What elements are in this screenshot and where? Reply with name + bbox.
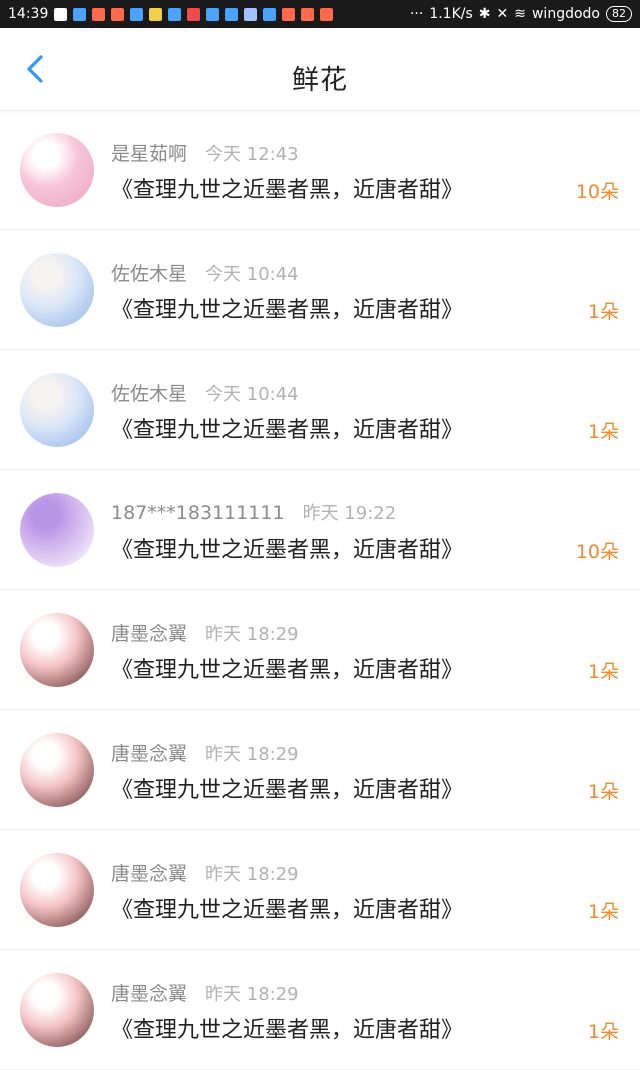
notification-icon xyxy=(149,7,163,21)
sender-name-text: 187***183111111 xyxy=(111,502,285,524)
flower-count: 1朵 xyxy=(587,661,619,683)
page-header: 鲜花 xyxy=(0,28,640,111)
notification-icon xyxy=(54,7,68,21)
notification-icon xyxy=(111,7,125,21)
flower-count: 10朵 xyxy=(575,541,619,563)
notification-icon xyxy=(263,7,277,21)
sender-name-text: 唐墨念翼 xyxy=(111,743,188,765)
sender-name: 是星茹啊 今天 12:43 xyxy=(111,139,299,166)
avatar[interactable] xyxy=(20,733,94,807)
book-title: 《查理九世之近墨者黑，近唐者甜》 xyxy=(111,538,464,563)
flower-count: 10朵 xyxy=(575,181,619,203)
list-item[interactable]: 唐墨念翼 昨天 18:29 《查理九世之近墨者黑，近唐者甜》 1朵 xyxy=(0,710,640,830)
sent-time: 昨天 19:22 xyxy=(302,503,397,524)
battery-indicator: 82 xyxy=(606,6,632,22)
sent-time: 今天 10:44 xyxy=(205,384,299,405)
book-title: 《查理九世之近墨者黑，近唐者甜》 xyxy=(111,778,464,803)
avatar[interactable] xyxy=(20,853,94,927)
notification-icon xyxy=(244,7,258,21)
bluetooth-icon: ✱ xyxy=(478,6,491,22)
sender-name: 187***183111111 昨天 19:22 xyxy=(111,499,396,525)
list-item[interactable]: 佐佐木星 今天 10:44 《查理九世之近墨者黑，近唐者甜》 1朵 xyxy=(0,350,640,470)
notification-icon xyxy=(187,7,201,21)
notification-icon xyxy=(168,7,182,21)
status-time: 14:39 xyxy=(8,6,49,22)
flower-count: 1朵 xyxy=(587,1021,619,1043)
list-item[interactable]: 187***183111111 昨天 19:22 《查理九世之近墨者黑，近唐者甜》 1… xyxy=(0,470,640,590)
page-title: 鲜花 xyxy=(292,65,348,96)
book-title: 《查理九世之近墨者黑，近唐者甜》 xyxy=(111,1018,464,1043)
list-item[interactable]: 唐墨念翼 昨天 18:29 《查理九世之近墨者黑，近唐者甜》 1朵 xyxy=(0,950,640,1070)
wifi-name: wingdodo xyxy=(531,6,600,22)
sender-name: 唐墨念翼 昨天 18:29 xyxy=(111,979,299,1006)
list-item[interactable]: 是星茹啊 今天 12:43 《查理九世之近墨者黑，近唐者甜》 10朵 xyxy=(0,110,640,230)
avatar[interactable] xyxy=(20,373,94,447)
sender-name: 佐佐木星 今天 10:44 xyxy=(111,259,299,286)
book-title: 《查理九世之近墨者黑，近唐者甜》 xyxy=(111,298,464,323)
book-title: 《查理九世之近墨者黑，近唐者甜》 xyxy=(111,658,464,683)
sender-name-text: 唐墨念翼 xyxy=(111,863,188,885)
notification-icon xyxy=(282,7,296,21)
list-item[interactable]: 唐墨念翼 昨天 18:29 《查理九世之近墨者黑，近唐者甜》 1朵 xyxy=(0,830,640,950)
sent-time: 昨天 18:29 xyxy=(205,744,299,765)
status-right: ··· 1.1K/s ✱ ✕ ≋ wingdodo 82 xyxy=(410,6,632,22)
sent-time: 昨天 18:29 xyxy=(205,864,299,885)
sender-name-text: 唐墨念翼 xyxy=(111,983,188,1005)
wifi-icon: ≋ xyxy=(514,6,526,22)
network-speed: 1.1K/s xyxy=(429,6,473,22)
list-item[interactable]: 佐佐木星 今天 10:44 《查理九世之近墨者黑，近唐者甜》 1朵 xyxy=(0,230,640,350)
book-title: 《查理九世之近墨者黑，近唐者甜》 xyxy=(111,178,464,203)
flower-count: 1朵 xyxy=(587,781,619,803)
sender-name: 唐墨念翼 昨天 18:29 xyxy=(111,739,299,766)
status-dots: ··· xyxy=(409,6,424,22)
book-title: 《查理九世之近墨者黑，近唐者甜》 xyxy=(111,898,464,923)
mute-icon: ✕ xyxy=(496,6,509,22)
sender-name: 唐墨念翼 昨天 18:29 xyxy=(111,859,299,886)
notification-icon xyxy=(73,7,87,21)
sent-time: 昨天 18:29 xyxy=(205,624,299,645)
flower-count: 1朵 xyxy=(587,421,619,443)
sent-time: 今天 10:44 xyxy=(205,264,299,285)
status-bar: 14:39 ··· 1.1K/s ✱ ✕ ≋ wingdodo 82 xyxy=(0,0,640,28)
notification-icon xyxy=(320,7,334,21)
avatar[interactable] xyxy=(20,133,94,207)
book-title: 《查理九世之近墨者黑，近唐者甜》 xyxy=(111,418,464,443)
notification-icon xyxy=(92,7,106,21)
avatar[interactable] xyxy=(20,253,94,327)
flower-count: 1朵 xyxy=(587,901,619,923)
sent-time: 昨天 18:29 xyxy=(205,984,299,1005)
flower-count: 1朵 xyxy=(587,301,619,323)
sender-name-text: 佐佐木星 xyxy=(111,263,188,285)
sender-name-text: 唐墨念翼 xyxy=(111,623,188,645)
notification-icon xyxy=(130,7,144,21)
sender-name: 唐墨念翼 昨天 18:29 xyxy=(111,619,299,646)
sender-name-text: 是星茹啊 xyxy=(111,143,188,165)
list-item[interactable]: 唐墨念翼 昨天 18:29 《查理九世之近墨者黑，近唐者甜》 1朵 xyxy=(0,590,640,710)
sender-name-text: 佐佐木星 xyxy=(111,383,188,405)
status-left: 14:39 xyxy=(8,6,334,22)
notification-icon xyxy=(301,7,315,21)
sent-time: 今天 12:43 xyxy=(205,144,299,165)
notification-icon xyxy=(225,7,239,21)
avatar[interactable] xyxy=(20,613,94,687)
avatar[interactable] xyxy=(20,493,94,567)
flower-list: 是星茹啊 今天 12:43 《查理九世之近墨者黑，近唐者甜》 10朵 佐佐木星 今天 10… xyxy=(0,110,640,1070)
avatar[interactable] xyxy=(20,973,94,1047)
notification-icon xyxy=(206,7,220,21)
sender-name: 佐佐木星 今天 10:44 xyxy=(111,379,299,406)
